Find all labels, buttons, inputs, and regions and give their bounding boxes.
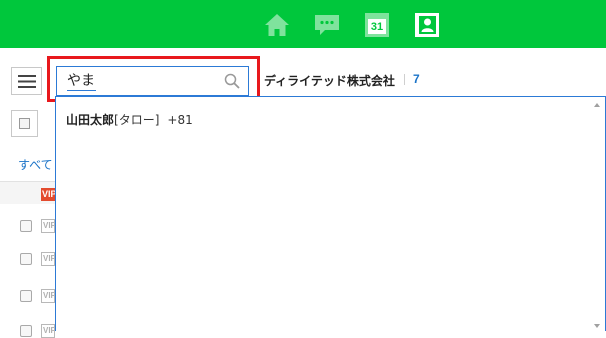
calendar-icon[interactable]: 31 [364,12,390,38]
company-divider [404,74,405,85]
suggestion-name: 山田太郎 [66,113,115,127]
suggestion-extension: +81 [167,113,193,127]
select-all-checkbox[interactable] [11,110,38,137]
menu-button[interactable] [11,67,42,95]
row-checkbox[interactable] [20,253,32,265]
scroll-up-icon[interactable] [594,103,600,107]
calendar-day: 31 [370,21,384,33]
row-checkbox[interactable] [20,220,32,232]
vip-badge: VIP [41,324,55,338]
suggestion-item[interactable]: 山田太郎[タロー] +81 [66,111,193,128]
top-nav-bar: 31 [0,0,606,48]
hamburger-icon [18,75,36,88]
search-suggestions-dropdown: 山田太郎[タロー] +81 [55,96,606,332]
company-member-count: 7 [413,72,420,86]
search-query: やま [67,73,96,91]
vip-badge: VIP [41,252,55,266]
vip-badge: VIP [41,289,55,303]
chat-icon[interactable] [314,12,340,38]
suggestion-alias: [タロー] [114,113,160,127]
row-checkbox[interactable] [20,290,32,302]
home-icon[interactable] [264,12,290,38]
contacts-icon[interactable] [414,12,440,38]
row-checkbox[interactable] [20,325,32,337]
company-name: ディライテッド株式会社 [264,74,395,88]
vip-badge: VIP [41,219,55,233]
dropdown-scrollbar[interactable] [589,97,605,332]
scroll-down-icon[interactable] [594,324,600,328]
search-icon[interactable] [224,73,240,89]
search-input[interactable]: やま [56,66,249,96]
filter-all-tab[interactable]: すべて [18,156,53,173]
vip-badge: VIP [41,188,55,201]
